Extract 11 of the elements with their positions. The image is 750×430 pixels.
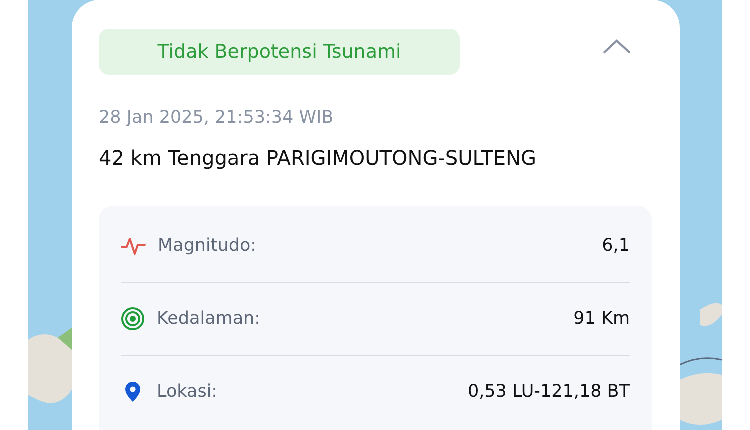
detail-value: 0,53 LU-121,18 BT bbox=[468, 382, 630, 402]
detail-value: 6,1 bbox=[602, 236, 630, 256]
detail-value: 91 Km bbox=[574, 309, 630, 329]
detail-label: Lokasi: bbox=[157, 382, 219, 402]
event-datetime: 28 Jan 2025, 21:53:34 WIB bbox=[99, 108, 335, 128]
event-location-title: 42 km Tenggara PARIGIMOUTONG-SULTENG bbox=[99, 146, 538, 170]
tsunami-status-badge: Tidak Berpotensi Tsunami bbox=[99, 29, 460, 75]
detail-label: Kedalaman: bbox=[157, 309, 262, 329]
pulse-icon bbox=[121, 236, 146, 256]
detail-label: Magnitudo: bbox=[158, 236, 258, 256]
target-icon bbox=[121, 307, 145, 331]
